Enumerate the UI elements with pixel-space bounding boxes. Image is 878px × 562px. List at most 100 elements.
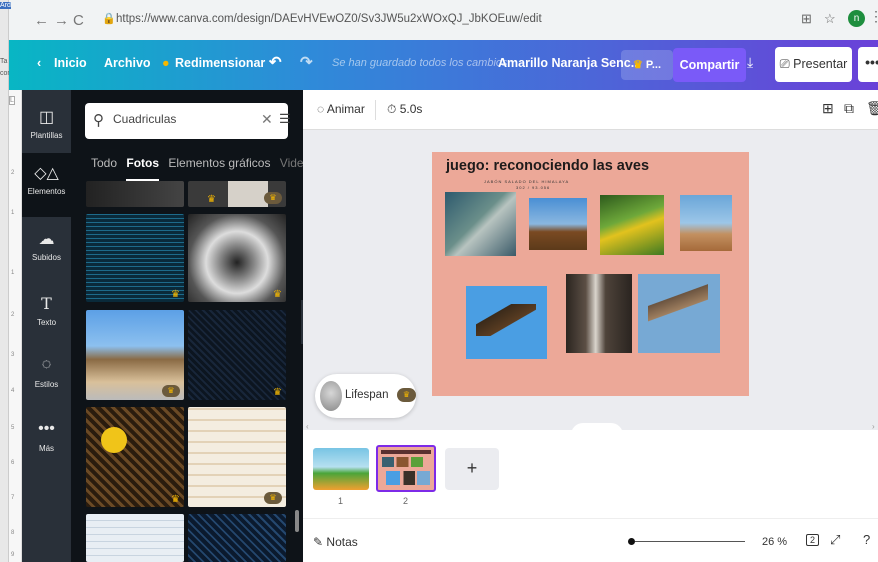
- canva-topbar: ‹ Inicio Archivo ● Redimensionar ↶ ↷ Se …: [9, 40, 878, 90]
- browser-toolbar: ← → C 🔒 https://www.canva.com/design/DAE…: [0, 0, 878, 40]
- rail-uploads[interactable]: ☁ Subidos: [22, 219, 71, 283]
- slide-subtitle-2[interactable]: 302 / 93.056: [516, 185, 550, 190]
- page-thumbnail[interactable]: [313, 448, 369, 490]
- photo-result[interactable]: [86, 514, 184, 562]
- horses-photo[interactable]: [529, 198, 587, 250]
- duration-button[interactable]: ⏱ 5.0s: [387, 102, 422, 117]
- ruler-tick: 6: [11, 460, 15, 466]
- zoom-slider-handle[interactable]: [628, 538, 635, 545]
- ruler-tick: 7: [11, 495, 15, 501]
- page-number: 1: [338, 496, 344, 506]
- search-input[interactable]: [113, 112, 243, 126]
- filter-icon[interactable]: ☰: [279, 111, 291, 127]
- add-page-icon[interactable]: ⊞: [822, 100, 834, 117]
- fullscreen-icon[interactable]: ⤢: [830, 532, 840, 548]
- crown-icon: ♛: [207, 194, 216, 205]
- rail-label: Elementos: [27, 187, 66, 196]
- present-label: Presentar: [793, 57, 848, 71]
- hawk-photo[interactable]: [638, 274, 720, 353]
- file-menu-button[interactable]: Archivo: [104, 56, 151, 70]
- rail-more[interactable]: ••• Más: [22, 410, 71, 474]
- photo-result[interactable]: ♛: [188, 407, 286, 507]
- woodpecker-photo[interactable]: [566, 274, 632, 353]
- bird-photo[interactable]: [445, 192, 516, 256]
- home-button[interactable]: Inicio: [54, 56, 87, 70]
- search-box: ⚲ ✕ ☰: [85, 103, 291, 139]
- photo-result[interactable]: ♛ ♛: [188, 181, 286, 207]
- rider-photo[interactable]: [680, 195, 732, 251]
- duration-label: 5.0s: [399, 102, 423, 116]
- share-button[interactable]: Compartir: [673, 48, 746, 82]
- resize-crown-icon: ●: [162, 56, 170, 70]
- rail-elements[interactable]: ◇△ Elementos: [22, 153, 71, 217]
- design-slide[interactable]: juego: reconociendo las aves JABÓN SALAD…: [432, 152, 749, 396]
- pro-button[interactable]: ♛ P...: [621, 50, 673, 80]
- crown-icon: ♛: [397, 388, 416, 402]
- ruler-tick: 1: [11, 270, 15, 276]
- add-page-button[interactable]: +: [445, 448, 499, 490]
- photo-result[interactable]: [188, 514, 286, 562]
- photo-result[interactable]: ♛: [188, 310, 286, 400]
- bird-photo[interactable]: [600, 195, 664, 255]
- rail-styles[interactable]: ◌ Estilos: [22, 346, 71, 410]
- tab-videos[interactable]: Videos: [280, 156, 303, 170]
- panel-scrollbar[interactable]: [295, 510, 299, 532]
- editor-footer: ✎ Notas 26 % 2 ⤢ ?: [303, 518, 878, 562]
- bookmark-star-icon[interactable]: ☆: [824, 11, 836, 27]
- panel-tabs: Todo Fotos Elementos gráficos Videos ›: [91, 156, 303, 181]
- desktop-edge-strip: Ard Ta con: [0, 0, 11, 562]
- zoom-slider-track[interactable]: [635, 541, 745, 542]
- photo-result[interactable]: ♛: [86, 310, 184, 400]
- redo-icon[interactable]: ↷: [300, 53, 313, 71]
- zoom-level[interactable]: 26 %: [762, 536, 787, 548]
- undo-icon[interactable]: ↶: [269, 53, 282, 71]
- present-button[interactable]: ⎚ Presentar: [775, 47, 852, 82]
- eagle-photo[interactable]: [466, 286, 547, 359]
- text-icon: T: [41, 294, 52, 313]
- pro-label: P...: [645, 59, 662, 71]
- rail-templates[interactable]: ◫ Plantillas: [22, 97, 71, 161]
- home-chevron-icon[interactable]: ‹: [37, 56, 41, 70]
- address-url: https://www.canva.com/design/DAEvHVEwOZ0…: [116, 13, 542, 25]
- page-count-badge[interactable]: 2: [806, 534, 820, 546]
- slide-subtitle[interactable]: JABÓN SALADO DEL HIMALAYA: [484, 179, 569, 184]
- ruler-tick: 2: [11, 312, 15, 318]
- profile-avatar[interactable]: n: [848, 10, 865, 27]
- address-bar[interactable]: 🔒 https://www.canva.com/design/DAEvHVEwO…: [90, 8, 815, 32]
- notes-icon: ✎: [313, 535, 324, 549]
- design-title[interactable]: Amarillo Naranja Senc...: [498, 56, 641, 70]
- back-icon[interactable]: ←: [34, 12, 49, 29]
- photo-result[interactable]: ♛: [188, 214, 286, 302]
- forward-icon[interactable]: →: [54, 12, 69, 29]
- more-options-button[interactable]: •••: [858, 47, 878, 82]
- ruler-tick: 2: [11, 170, 15, 176]
- photo-result[interactable]: ♛: [86, 407, 184, 507]
- delete-page-icon[interactable]: 🗑: [866, 100, 878, 117]
- help-icon[interactable]: ?: [863, 532, 870, 547]
- upload-icon: ☁: [38, 231, 55, 248]
- photo-result[interactable]: ♛: [86, 214, 184, 302]
- ruler-tick: 8: [11, 530, 15, 536]
- animate-icon: ◌: [317, 102, 325, 116]
- duplicate-page-icon[interactable]: ⧉: [844, 100, 854, 117]
- tab-photos[interactable]: Fotos: [126, 156, 160, 181]
- crown-icon: ♛: [264, 492, 282, 504]
- notes-button[interactable]: ✎ Notas: [313, 535, 358, 549]
- slide-title[interactable]: juego: reconociendo las aves: [446, 158, 649, 174]
- qr-icon[interactable]: ⊞: [801, 11, 812, 27]
- reload-icon[interactable]: C: [73, 12, 84, 29]
- browser-menu-icon[interactable]: ⋮: [869, 8, 878, 25]
- photo-result[interactable]: [86, 181, 184, 207]
- edge-tag: Ta: [0, 58, 8, 65]
- page-thumbnail-active[interactable]: [376, 445, 436, 492]
- clear-search-icon[interactable]: ✕: [261, 111, 273, 128]
- lifespan-chip[interactable]: Lifespan ♛: [315, 374, 416, 418]
- download-icon[interactable]: ⤓: [747, 54, 753, 71]
- tab-graphics[interactable]: Elementos gráficos: [168, 156, 270, 170]
- rail-label: Más: [38, 444, 55, 453]
- tab-all[interactable]: Todo: [91, 156, 117, 170]
- rail-text[interactable]: T Texto: [22, 284, 71, 348]
- resize-button[interactable]: Redimensionar: [175, 56, 265, 70]
- lock-icon: 🔒: [102, 13, 116, 25]
- animate-button[interactable]: ◌ Animar: [317, 102, 365, 116]
